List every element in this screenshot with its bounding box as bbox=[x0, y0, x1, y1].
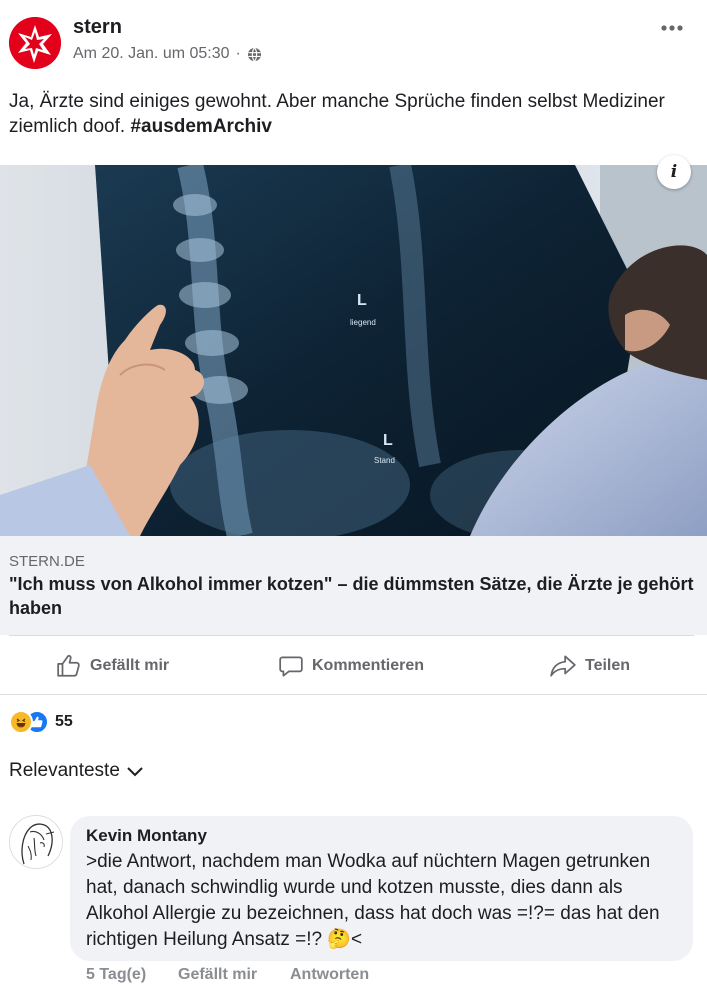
divider bbox=[0, 694, 707, 695]
divider bbox=[9, 635, 694, 636]
post-text-body: Ja, Ärzte sind einiges gewohnt. Aber man… bbox=[9, 91, 665, 137]
like-button[interactable]: Gefällt mir bbox=[56, 652, 169, 680]
more-dots-icon bbox=[661, 25, 683, 31]
link-domain: STERN.DE bbox=[9, 553, 85, 570]
share-arrow-icon bbox=[550, 655, 576, 677]
reactions-summary[interactable]: 55 bbox=[9, 710, 73, 734]
comment-reply-button[interactable]: Antworten bbox=[290, 966, 369, 984]
hashtag-link[interactable]: #ausdemArchiv bbox=[130, 116, 272, 137]
page-avatar[interactable] bbox=[9, 17, 61, 69]
link-preview-image[interactable]: L liegend L Stand bbox=[0, 165, 707, 536]
comment-like-button[interactable]: Gefällt mir bbox=[178, 966, 257, 984]
sketch-face-avatar bbox=[10, 816, 62, 868]
haha-reaction-icon bbox=[9, 710, 33, 734]
chevron-down-icon bbox=[127, 767, 143, 777]
xray-photo: L liegend L Stand bbox=[0, 165, 707, 536]
xray-label-4: Stand bbox=[374, 456, 395, 465]
thumbs-up-icon bbox=[57, 654, 80, 677]
comment-age[interactable]: 5 Tag(e) bbox=[86, 966, 146, 984]
info-button[interactable]: i bbox=[657, 155, 691, 189]
xray-label-1: L bbox=[357, 292, 367, 309]
globe-icon bbox=[247, 47, 261, 61]
comment-label: Kommentieren bbox=[312, 657, 425, 674]
comment-sort-dropdown[interactable]: Relevanteste bbox=[9, 760, 144, 782]
page-name[interactable]: stern bbox=[73, 16, 122, 39]
share-label: Teilen bbox=[585, 657, 631, 674]
more-options-button[interactable] bbox=[660, 12, 684, 38]
xray-label-3: L bbox=[383, 432, 393, 449]
like-label: Gefällt mir bbox=[90, 657, 170, 674]
comment-bubble-icon bbox=[279, 656, 303, 677]
sort-label: Relevanteste bbox=[9, 760, 120, 781]
post-meta: Am 20. Jan. um 05:30 · bbox=[73, 45, 262, 63]
stern-logo-icon bbox=[9, 17, 61, 69]
xray-label-2: liegend bbox=[350, 318, 376, 327]
comment-button[interactable]: Kommentieren bbox=[278, 652, 424, 680]
share-button[interactable]: Teilen bbox=[549, 652, 630, 680]
comment-text: >die Antwort, nachdem man Wodka auf nüch… bbox=[86, 851, 660, 950]
comment-author[interactable]: Kevin Montany bbox=[86, 826, 207, 846]
post-text: Ja, Ärzte sind einiges gewohnt. Aber man… bbox=[9, 89, 689, 139]
commenter-avatar[interactable] bbox=[9, 815, 63, 869]
info-icon: i bbox=[670, 162, 678, 182]
reaction-count: 55 bbox=[55, 713, 73, 730]
meta-separator: · bbox=[235, 45, 241, 62]
post-timestamp[interactable]: Am 20. Jan. um 05:30 bbox=[73, 45, 230, 63]
link-title[interactable]: "Ich muss von Alkohol immer kotzen" – di… bbox=[9, 572, 694, 620]
